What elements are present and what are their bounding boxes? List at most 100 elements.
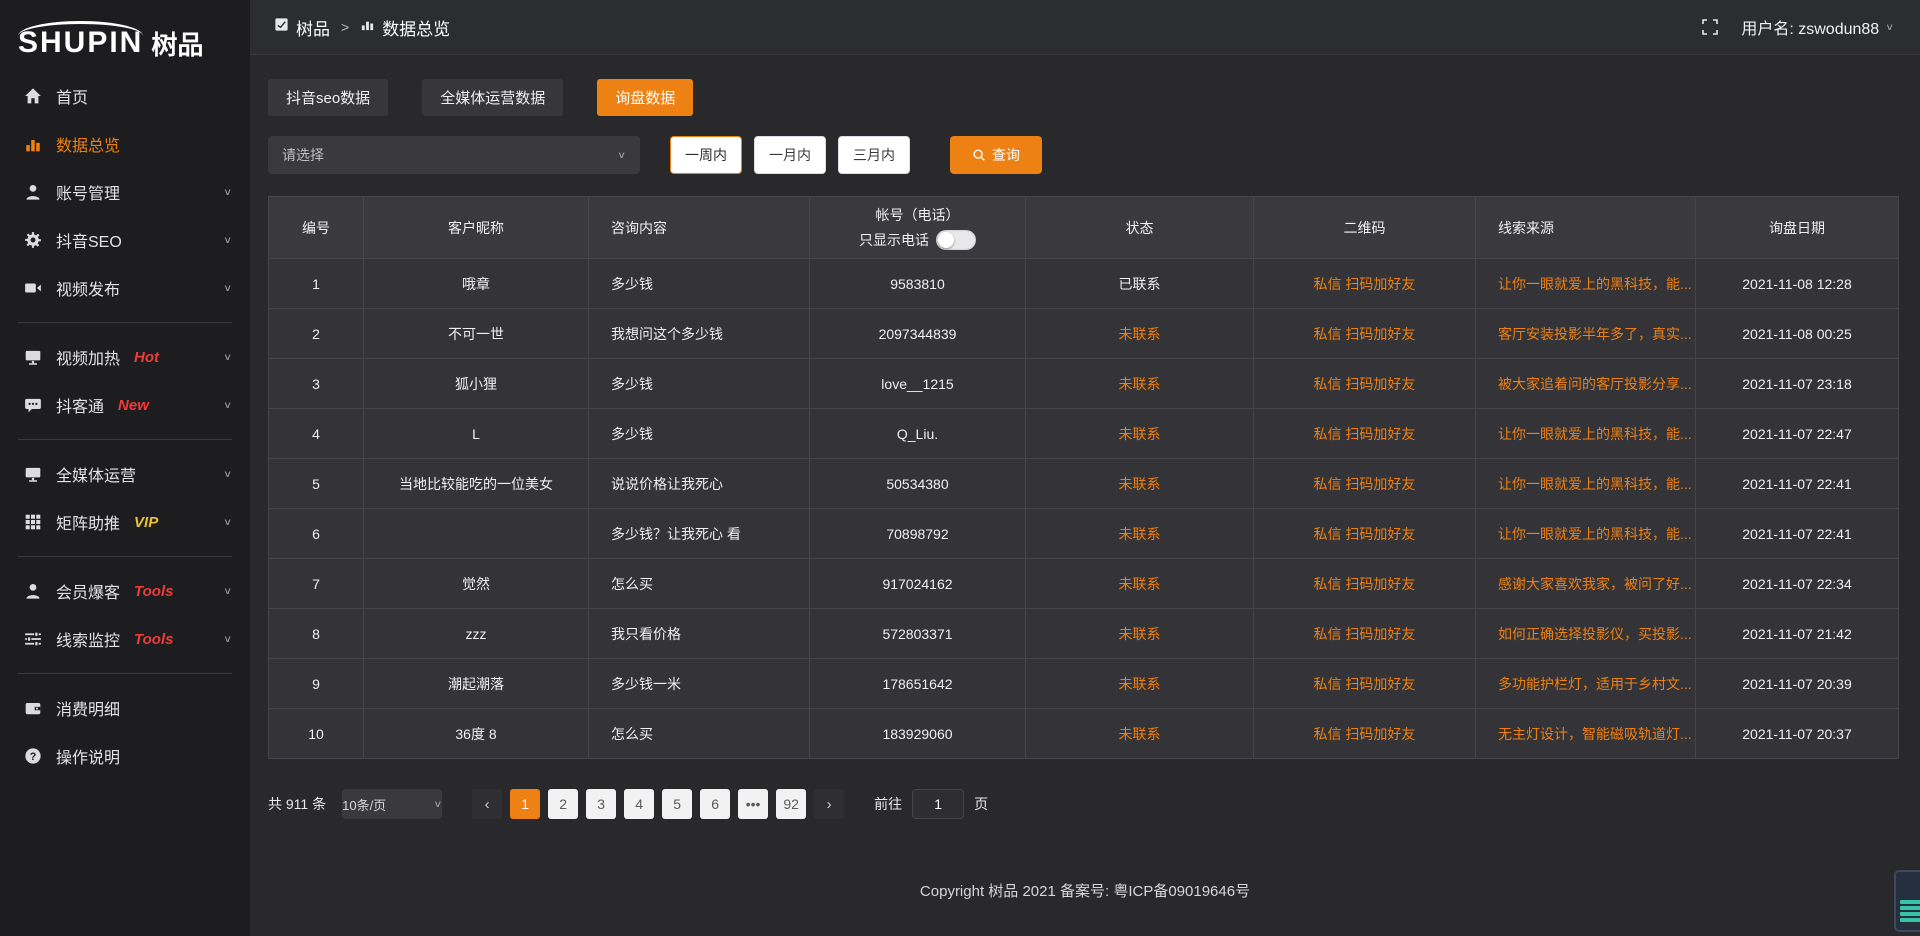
wallet-icon: [24, 699, 42, 717]
cell-num: 2: [269, 309, 364, 359]
filter-select-placeholder: 请选择: [282, 145, 324, 165]
status-badge: 未联系: [1026, 659, 1254, 709]
sidebar-item-badge: Tools: [134, 631, 173, 648]
sidebar-item-0[interactable]: 首页: [0, 72, 250, 120]
page-button-1[interactable]: 1: [510, 789, 540, 819]
status-badge: 已联系: [1026, 259, 1254, 309]
cell-account: 2097344839: [810, 309, 1026, 359]
cell-nickname: zzz: [364, 609, 589, 659]
cell-num: 6: [269, 509, 364, 559]
sidebar-item-label: 会员爆客: [56, 579, 120, 603]
phone-only-toggle[interactable]: [936, 230, 976, 250]
cell-account: 572803371: [810, 609, 1026, 659]
page-button-92[interactable]: 92: [776, 789, 806, 819]
qr-links[interactable]: 私信 扫码加好友: [1254, 359, 1476, 409]
cell-date: 2021-11-07 22:41: [1696, 509, 1899, 559]
user-icon: [24, 183, 42, 201]
column-header-label: 帐号（电话）: [810, 205, 1025, 225]
sidebar-item-label: 矩阵助推: [56, 510, 120, 534]
source-link[interactable]: 让你一眼就爱上的黑科技，能...: [1476, 459, 1696, 509]
prev-page-button[interactable]: ‹: [472, 789, 502, 819]
cell-account: 50534380: [810, 459, 1026, 509]
source-link[interactable]: 让你一眼就爱上的黑科技，能...: [1476, 509, 1696, 559]
cell-account: 70898792: [810, 509, 1026, 559]
query-button[interactable]: 查询: [950, 136, 1042, 174]
sidebar-item-5[interactable]: 视频加热Hot∨: [0, 333, 250, 381]
sidebar-item-2[interactable]: 账号管理∨: [0, 168, 250, 216]
filter-select[interactable]: 请选择 ∨: [268, 136, 640, 174]
sidebar-item-10[interactable]: 线索监控Tools∨: [0, 615, 250, 663]
qr-links[interactable]: 私信 扫码加好友: [1254, 259, 1476, 309]
source-link[interactable]: 客厅安装投影半年多了，真实...: [1476, 309, 1696, 359]
page-buttons: 123456 ••• 92: [506, 789, 810, 819]
page-button-6[interactable]: 6: [700, 789, 730, 819]
breadcrumb-separator: >: [341, 19, 349, 35]
next-page-button[interactable]: ›: [814, 789, 844, 819]
source-link[interactable]: 让你一眼就爱上的黑科技，能...: [1476, 409, 1696, 459]
sidebar-item-4[interactable]: 视频发布∨: [0, 264, 250, 312]
page-button-3[interactable]: 3: [586, 789, 616, 819]
sidebar-item-1[interactable]: 数据总览: [0, 120, 250, 168]
source-link[interactable]: 让你一眼就爱上的黑科技，能...: [1476, 259, 1696, 309]
page-button-4[interactable]: 4: [624, 789, 654, 819]
cell-date: 2021-11-08 00:25: [1696, 309, 1899, 359]
fullscreen-icon[interactable]: [1701, 18, 1719, 36]
source-link[interactable]: 无主灯设计，智能磁吸轨道灯...: [1476, 709, 1696, 759]
period-button-2[interactable]: 三月内: [838, 136, 910, 174]
column-header-num: 编号: [269, 197, 364, 259]
column-header-source: 线索来源: [1476, 197, 1696, 259]
sidebar-item-6[interactable]: 抖客通New∨: [0, 381, 250, 429]
tab-1[interactable]: 全媒体运营数据: [422, 79, 563, 116]
cell-account: Q_Liu.: [810, 409, 1026, 459]
sidebar-item-7[interactable]: 全媒体运营∨: [0, 450, 250, 498]
logo[interactable]: SHUPIN 树品: [0, 0, 250, 58]
source-link[interactable]: 被大家追着问的客厅投影分享...: [1476, 359, 1696, 409]
status-badge: 未联系: [1026, 309, 1254, 359]
sidebar-divider: [18, 322, 232, 323]
qr-links[interactable]: 私信 扫码加好友: [1254, 459, 1476, 509]
sidebar-item-12[interactable]: ?操作说明: [0, 732, 250, 780]
page-button-5[interactable]: 5: [662, 789, 692, 819]
source-link[interactable]: 如何正确选择投影仪，买投影...: [1476, 609, 1696, 659]
qr-links[interactable]: 私信 扫码加好友: [1254, 509, 1476, 559]
cell-account: love__1215: [810, 359, 1026, 409]
grid-icon: [24, 513, 42, 531]
status-badge: 未联系: [1026, 409, 1254, 459]
tab-0[interactable]: 抖音seo数据: [268, 79, 388, 116]
column-header-account: 帐号（电话）只显示电话: [810, 197, 1026, 259]
sidebar-item-9[interactable]: 会员爆客Tools∨: [0, 567, 250, 615]
goto-page-input[interactable]: [912, 789, 964, 819]
qr-links[interactable]: 私信 扫码加好友: [1254, 409, 1476, 459]
page-size-select[interactable]: 10条/页 ∨: [342, 789, 442, 819]
sidebar-item-8[interactable]: 矩阵助推VIP∨: [0, 498, 250, 546]
sidebar-item-3[interactable]: 抖音SEO∨: [0, 216, 250, 264]
breadcrumb-home[interactable]: 树品: [296, 15, 330, 40]
tab-2[interactable]: 询盘数据: [597, 79, 693, 116]
user-menu[interactable]: 用户名: zswodun88 ∨: [1741, 15, 1894, 39]
cell-date: 2021-11-07 23:18: [1696, 359, 1899, 409]
logo-text-en: SHUPIN: [18, 21, 143, 58]
period-button-1[interactable]: 一月内: [754, 136, 826, 174]
qr-links[interactable]: 私信 扫码加好友: [1254, 309, 1476, 359]
chat-icon: [24, 396, 42, 414]
page-button-2[interactable]: 2: [548, 789, 578, 819]
cell-num: 5: [269, 459, 364, 509]
sidebar-menu: 首页数据总览账号管理∨抖音SEO∨视频发布∨ 视频加热Hot∨抖客通New∨ 全媒体…: [0, 72, 250, 780]
table-row: 1哦章多少钱9583810已联系私信 扫码加好友让你一眼就爱上的黑科技，能...…: [269, 259, 1899, 309]
qr-links[interactable]: 私信 扫码加好友: [1254, 659, 1476, 709]
app-square-icon: [274, 17, 289, 37]
floating-widget[interactable]: [1894, 870, 1920, 932]
cell-nickname: 当地比较能吃的一位美女: [364, 459, 589, 509]
source-link[interactable]: 多功能护栏灯，适用于乡村文...: [1476, 659, 1696, 709]
cell-account: 917024162: [810, 559, 1026, 609]
source-link[interactable]: 感谢大家喜欢我家，被问了好...: [1476, 559, 1696, 609]
cell-date: 2021-11-07 22:34: [1696, 559, 1899, 609]
qr-links[interactable]: 私信 扫码加好友: [1254, 559, 1476, 609]
chart-icon: [24, 135, 42, 153]
sidebar-item-11[interactable]: 消费明细: [0, 684, 250, 732]
cell-num: 10: [269, 709, 364, 759]
page-ellipsis-button[interactable]: •••: [738, 789, 768, 819]
qr-links[interactable]: 私信 扫码加好友: [1254, 609, 1476, 659]
qr-links[interactable]: 私信 扫码加好友: [1254, 709, 1476, 759]
period-button-0[interactable]: 一周内: [670, 136, 742, 174]
